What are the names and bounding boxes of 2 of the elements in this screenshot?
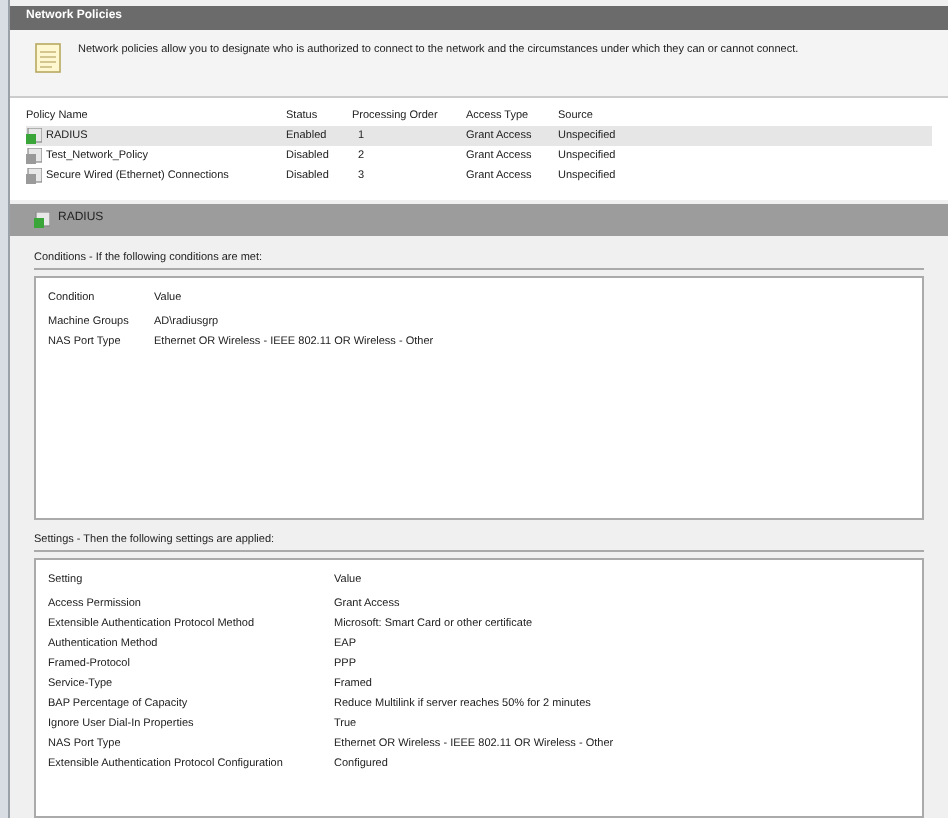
policy-icon [34,211,50,228]
document-icon [34,41,62,74]
